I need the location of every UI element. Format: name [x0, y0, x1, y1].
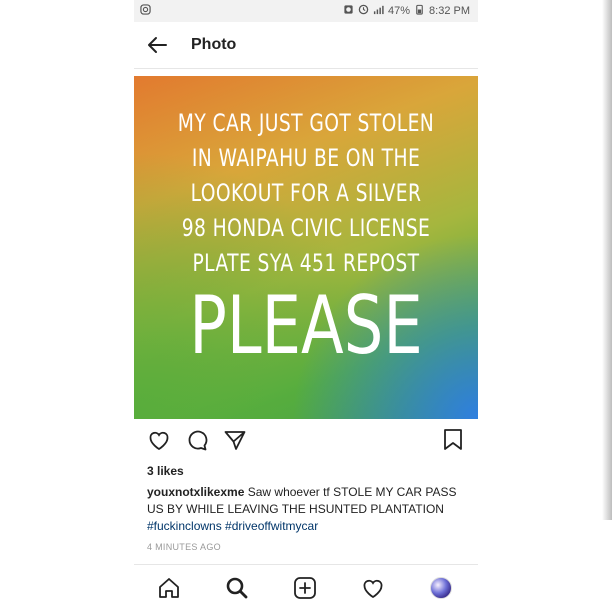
phone-screen: 47% 8:32 PM Photo MY CAR JUST GOT STOLEN… [134, 0, 478, 612]
bookmark-icon[interactable] [440, 427, 466, 453]
battery-icon [414, 4, 425, 18]
bottom-nav [134, 564, 478, 612]
signal-icon [373, 4, 384, 18]
photo-text-line: PLATE SYA 451 REPOST [192, 249, 420, 277]
page-title: Photo [191, 36, 237, 53]
screen-edge-shadow [602, 0, 612, 520]
add-post-icon[interactable] [292, 575, 318, 601]
hashtag-link[interactable]: #driveoffwitmycar [225, 519, 318, 533]
comment-icon[interactable] [184, 427, 210, 453]
status-bar: 47% 8:32 PM [134, 0, 478, 22]
heart-icon[interactable] [146, 427, 172, 453]
photo-text-line: MY CAR JUST GOT STOLEN [177, 109, 435, 137]
instagram-notification-icon [140, 4, 151, 18]
post-caption: youxnotxlikexme Saw whoever tf STOLE MY … [147, 484, 472, 535]
share-icon[interactable] [222, 427, 248, 453]
profile-avatar[interactable] [428, 575, 454, 601]
photo-text-line: LOOKOUT FOR A SILVER [190, 179, 422, 207]
activity-heart-icon[interactable] [360, 575, 386, 601]
avatar [430, 577, 452, 599]
post-photo[interactable]: MY CAR JUST GOT STOLEN IN WAIPAHU BE ON … [134, 76, 478, 419]
post-timestamp: 4 MINUTES AGO [147, 542, 221, 552]
home-icon[interactable] [156, 575, 182, 601]
caption-username[interactable]: youxnotxlikexme [147, 485, 244, 499]
app-header: Photo [134, 22, 478, 69]
photo-big-word: PLEASE [189, 279, 423, 372]
photo-text-line: 98 HONDA CIVIC LICENSE [181, 214, 431, 242]
status-indicators: 47% 8:32 PM [343, 4, 470, 18]
search-icon[interactable] [224, 575, 250, 601]
photo-text-line: IN WAIPAHU BE ON THE [191, 144, 421, 172]
battery-percent: 47% [388, 5, 411, 17]
likes-count[interactable]: 3 likes [147, 464, 184, 478]
post-actions [134, 427, 478, 455]
alarm-icon [343, 4, 354, 18]
back-arrow-icon[interactable] [144, 32, 170, 58]
clock-time: 8:32 PM [429, 5, 470, 17]
hashtag-link[interactable]: #fuckinclowns [147, 519, 222, 533]
vibrate-icon [358, 4, 369, 18]
photo-text-block: MY CAR JUST GOT STOLEN IN WAIPAHU BE ON … [172, 106, 440, 281]
